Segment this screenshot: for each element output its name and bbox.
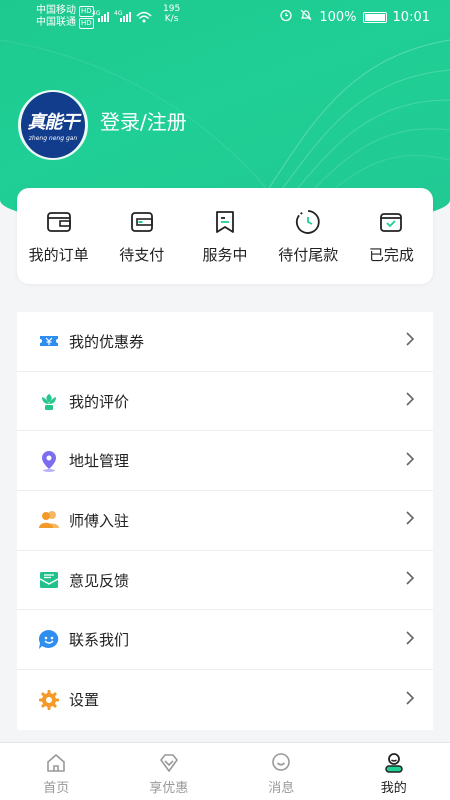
login-register-link[interactable]: 登录/注册 <box>100 106 187 135</box>
order-item-pending-payment[interactable]: 待支付 <box>100 188 183 284</box>
order-label: 我的订单 <box>28 246 89 264</box>
bookmark-icon <box>216 211 234 233</box>
carrier-info: 中国移动 HD 中国联通 HD <box>36 5 94 29</box>
chevron-right-icon <box>405 451 415 471</box>
flower-icon <box>37 389 61 413</box>
gear-icon <box>37 688 61 712</box>
tab-home[interactable]: 首页 <box>0 743 113 800</box>
tab-label: 我的 <box>380 781 407 796</box>
chevron-right-icon <box>405 630 415 650</box>
menu-label: 师傅入驻 <box>69 511 130 530</box>
menu-label: 我的评价 <box>69 392 130 411</box>
status-bar: 中国移动 HD 中国联通 HD 4G 4G 195 K/s 100% 10:01 <box>0 0 450 34</box>
menu-label: 我的优惠券 <box>69 332 145 351</box>
menu-label: 意见反馈 <box>69 571 130 590</box>
menu-label: 设置 <box>69 691 100 710</box>
brand-logo: 真能干 zheng neng gan <box>21 92 85 158</box>
chevron-right-icon <box>405 510 415 530</box>
tab-label: 消息 <box>268 781 295 796</box>
home-icon <box>47 754 66 772</box>
location-pin-icon <box>37 449 61 473</box>
tab-messages[interactable]: 消息 <box>225 743 338 800</box>
logo-subtext: zheng neng gan <box>28 135 78 142</box>
menu-item-feedback[interactable]: 意见反馈 <box>17 551 433 611</box>
menu-label: 联系我们 <box>69 631 130 650</box>
bottom-tab-bar: 首页 享优惠 消息 我的 <box>0 742 450 800</box>
coupon-icon <box>37 329 61 353</box>
carrier-1: 中国移动 <box>36 5 76 16</box>
order-item-balance-due[interactable]: 待付尾款 <box>267 188 350 284</box>
menu-item-reviews[interactable]: 我的评价 <box>17 372 433 432</box>
check-box-icon <box>380 213 403 232</box>
chevron-right-icon <box>405 570 415 590</box>
tab-mine[interactable]: 我的 <box>338 743 450 800</box>
message-icon <box>272 753 291 771</box>
menu-list: 我的优惠券 我的评价 地址管理 师傅入驻 意见反馈 联系我们 设置 <box>17 312 433 730</box>
chevron-right-icon <box>405 690 415 710</box>
wallet-icon <box>46 212 71 232</box>
user-icon <box>385 753 403 773</box>
tab-discounts[interactable]: 享优惠 <box>113 743 226 800</box>
order-label: 已完成 <box>368 246 414 264</box>
alarm-icon <box>279 8 293 26</box>
tab-label: 享优惠 <box>149 781 189 796</box>
carrier-2: 中国联通 <box>36 17 76 28</box>
order-item-in-service[interactable]: 服务中 <box>183 188 266 284</box>
network-type-1: 4G <box>92 10 101 17</box>
logo-text: 真能干 <box>27 112 80 133</box>
menu-item-address[interactable]: 地址管理 <box>17 431 433 492</box>
signal-icon: 4G 4G <box>92 6 156 28</box>
mute-bell-icon <box>299 8 313 26</box>
clock-icon <box>296 210 320 234</box>
diamond-icon <box>159 754 178 772</box>
clock-time: 10:01 <box>392 9 430 25</box>
users-icon <box>37 508 61 532</box>
menu-item-coupons[interactable]: 我的优惠券 <box>17 312 433 372</box>
battery-percent: 100% <box>319 9 357 25</box>
order-item-completed[interactable]: 已完成 <box>350 188 433 284</box>
chevron-right-icon <box>405 391 415 411</box>
menu-item-worker-join[interactable]: 师傅入驻 <box>17 491 433 551</box>
feedback-mail-icon <box>37 568 61 592</box>
network-speed: 195 K/s <box>163 4 181 24</box>
chevron-right-icon <box>405 331 415 351</box>
menu-item-contact[interactable]: 联系我们 <box>17 610 433 671</box>
order-label: 服务中 <box>202 246 248 264</box>
network-type-2: 4G <box>114 10 123 17</box>
avatar[interactable]: 真能干 zheng neng gan <box>18 90 88 160</box>
order-item-all[interactable]: 我的订单 <box>17 188 100 284</box>
battery-icon <box>362 11 387 23</box>
menu-label: 地址管理 <box>69 452 130 471</box>
tab-label: 首页 <box>43 781 70 796</box>
order-label: 待付尾款 <box>278 246 339 264</box>
order-status-card: 我的订单 待支付 服务中 待付尾款 已完成 <box>17 188 433 284</box>
order-label: 待支付 <box>119 246 165 264</box>
chat-face-icon <box>37 628 61 652</box>
card-icon <box>130 212 153 232</box>
menu-item-settings[interactable]: 设置 <box>17 670 433 730</box>
